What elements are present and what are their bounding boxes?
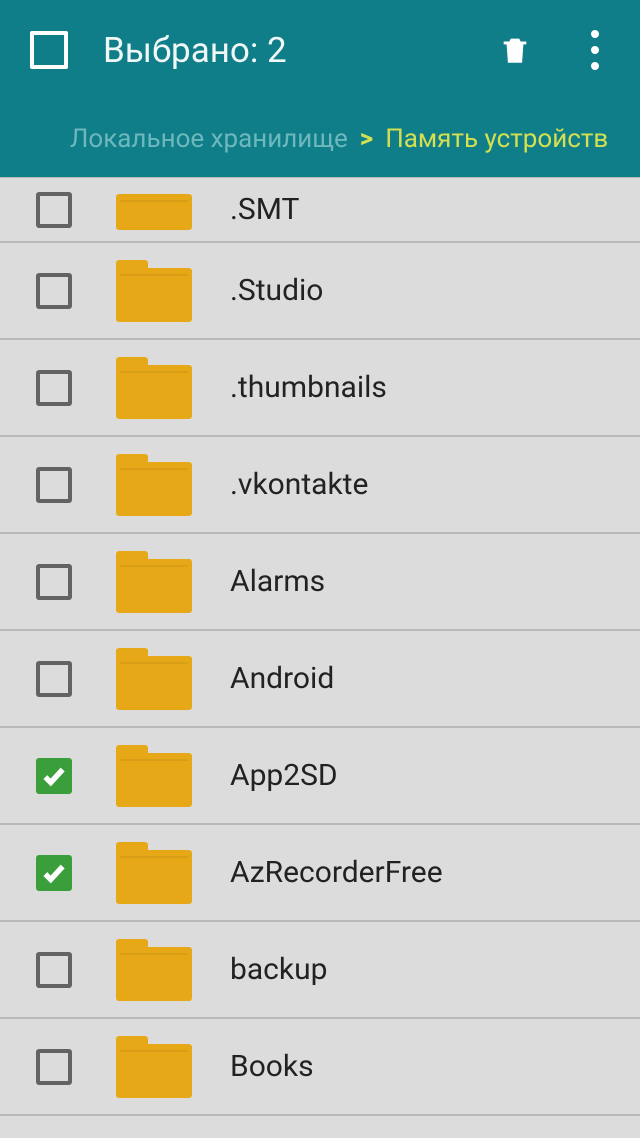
app-bar: Выбрано: 2	[0, 0, 640, 100]
chevron-right-icon: >	[360, 124, 373, 154]
folder-name-label: .SMT	[230, 192, 299, 227]
folder-name-label: Books	[230, 1049, 314, 1084]
select-all-checkbox[interactable]	[30, 31, 68, 69]
folder-row[interactable]: App2SD	[0, 728, 640, 825]
more-vert-icon	[591, 30, 599, 70]
row-checkbox[interactable]	[36, 758, 72, 794]
delete-button[interactable]	[490, 28, 540, 72]
overflow-menu-button[interactable]	[570, 30, 620, 70]
folder-name-label: .vkontakte	[230, 467, 368, 502]
folder-name-label: backup	[230, 952, 327, 987]
folder-row[interactable]: AzRecorderFree	[0, 825, 640, 922]
folder-icon	[116, 454, 192, 516]
folder-row[interactable]: Android	[0, 631, 640, 728]
breadcrumb[interactable]: Локальное хранилище > Память устройств	[0, 100, 640, 177]
folder-icon	[116, 842, 192, 904]
folder-row[interactable]: .thumbnails	[0, 340, 640, 437]
folder-icon	[116, 551, 192, 613]
folder-row[interactable]: .Studio	[0, 243, 640, 340]
breadcrumb-current[interactable]: Память устройств	[385, 124, 608, 154]
check-icon	[41, 763, 67, 789]
row-checkbox[interactable]	[36, 564, 72, 600]
folder-icon	[116, 357, 192, 419]
folder-row[interactable]: Alarms	[0, 534, 640, 631]
row-checkbox[interactable]	[36, 467, 72, 503]
trash-icon	[498, 28, 532, 72]
row-checkbox[interactable]	[36, 1049, 72, 1085]
folder-row[interactable]: .SMT	[0, 177, 640, 243]
folder-row[interactable]: .vkontakte	[0, 437, 640, 534]
folder-icon	[116, 190, 192, 230]
folder-list[interactable]: .SMT .Studio .thumbnails .vkontakte Alarms An…	[0, 177, 640, 1116]
folder-icon	[116, 939, 192, 1001]
folder-name-label: .Studio	[230, 273, 323, 308]
row-checkbox[interactable]	[36, 370, 72, 406]
breadcrumb-root[interactable]: Локальное хранилище	[70, 124, 348, 154]
folder-icon	[116, 1036, 192, 1098]
row-checkbox[interactable]	[36, 192, 72, 228]
folder-name-label: App2SD	[230, 758, 338, 793]
check-icon	[41, 860, 67, 886]
folder-name-label: AzRecorderFree	[230, 855, 443, 890]
folder-icon	[116, 745, 192, 807]
row-checkbox[interactable]	[36, 952, 72, 988]
folder-row[interactable]: backup	[0, 922, 640, 1019]
row-checkbox[interactable]	[36, 855, 72, 891]
folder-name-label: Alarms	[230, 564, 325, 599]
folder-row[interactable]: Books	[0, 1019, 640, 1116]
row-checkbox[interactable]	[36, 273, 72, 309]
selection-count-title: Выбрано: 2	[103, 30, 490, 71]
folder-name-label: Android	[230, 661, 334, 696]
folder-icon	[116, 260, 192, 322]
folder-name-label: .thumbnails	[230, 370, 387, 405]
row-checkbox[interactable]	[36, 661, 72, 697]
folder-icon	[116, 648, 192, 710]
